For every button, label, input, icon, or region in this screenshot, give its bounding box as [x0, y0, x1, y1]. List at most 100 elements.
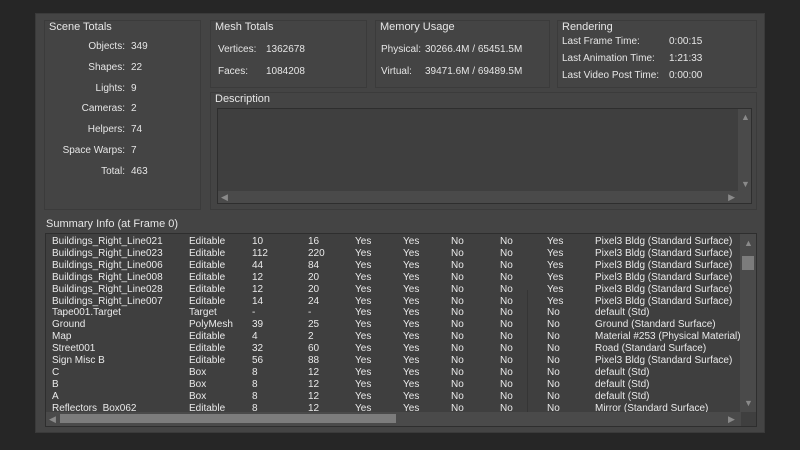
description-title: Description [215, 93, 271, 105]
description-textarea[interactable]: ▲ ▼ ◀ ▶ [217, 108, 752, 204]
cell-col-5: Yes [355, 366, 372, 378]
cell-vertex-count: 112 [252, 247, 268, 259]
cell-col-8: No [500, 236, 513, 247]
cell-material-name: default (Std) [595, 378, 650, 390]
cell-object-name: Sign Misc B [52, 355, 105, 366]
scroll-left-icon[interactable]: ◀ [221, 192, 228, 202]
table-row[interactable]: C Box 8 12 Yes Yes No No No default (Std) [46, 367, 741, 379]
table-row[interactable]: B Box 8 12 Yes Yes No No No default (Std) [46, 379, 741, 391]
cell-col-7: No [451, 271, 464, 283]
table-row[interactable]: Buildings_Right_Line023 Editable 112 220 Yes… [46, 248, 741, 260]
cell-object-type: Editable [189, 343, 226, 355]
cell-col-7: No [451, 402, 464, 412]
cell-object-type: Editable [189, 355, 226, 366]
table-horizontal-scrollbar[interactable]: ◀ ▶ [46, 412, 741, 426]
cell-material-name: default (Std) [595, 390, 650, 402]
virtual-label: Virtual: [381, 66, 412, 77]
scroll-thumb[interactable] [742, 256, 754, 270]
table-row[interactable]: Sign Misc B Editable 56 88 Yes Yes No No No Pixel… [46, 355, 741, 367]
table-row[interactable]: Reflectors_Box062 Editable 8 12 Yes Yes No No No… [46, 403, 741, 412]
cell-material-name: Road (Standard Surface) [595, 343, 707, 355]
cell-col-8: No [500, 307, 513, 319]
scene-total-label: Helpers: [87, 124, 125, 136]
table-row[interactable]: Buildings_Right_Line006 Editable 44 84 Yes Ye… [46, 260, 741, 272]
cell-col-6: Yes [403, 236, 420, 247]
cell-vertex-count: 4 [252, 331, 258, 343]
cell-face-count: 84 [308, 259, 320, 271]
cell-object-name: Reflectors_Box062 [52, 402, 137, 412]
table-row[interactable]: Buildings_Right_Line021 Editable 10 16 Yes Ye… [46, 236, 741, 248]
cell-object-name: Map [52, 331, 72, 343]
cell-col-6: Yes [403, 307, 420, 319]
cell-object-type: Editable [189, 259, 226, 271]
cell-face-count: 2 [308, 331, 314, 343]
rendering-value: 0:00:00 [669, 70, 703, 81]
cell-object-type: Box [189, 366, 207, 378]
table-vertical-scrollbar[interactable]: ▲ ▼ [740, 234, 756, 412]
scroll-up-icon[interactable]: ▲ [744, 238, 753, 248]
table-row[interactable]: Buildings_Right_Line028 Editable 12 20 Yes Ye… [46, 284, 741, 296]
cell-col-9: Yes [547, 271, 564, 283]
scroll-right-icon[interactable]: ▶ [728, 192, 735, 202]
table-row[interactable]: Buildings_Right_Line008 Editable 12 20 Yes Ye… [46, 272, 741, 284]
cell-col-8: No [500, 295, 513, 307]
cell-object-name: Buildings_Right_Line023 [52, 247, 163, 259]
cell-vertex-count: 56 [252, 355, 264, 366]
cell-col-9: No [547, 307, 560, 319]
scene-total-label: Space Warps: [62, 145, 125, 156]
cell-object-name: Buildings_Right_Line007 [52, 295, 163, 307]
cell-col-9: No [547, 390, 560, 402]
cell-col-5: Yes [355, 295, 372, 307]
cell-object-type: Editable [189, 247, 226, 259]
cell-material-name: default (Std) [595, 307, 650, 319]
summary-table[interactable]: Buildings_Right_Line021 Editable 10 16 Yes Ye… [45, 233, 757, 427]
vertices-label: Vertices: [218, 44, 257, 55]
cell-face-count: 220 [308, 247, 325, 259]
cell-col-7: No [451, 355, 464, 366]
cell-col-8: No [500, 331, 513, 343]
cell-col-7: No [451, 378, 464, 390]
cell-col-5: Yes [355, 378, 372, 390]
table-row[interactable]: A Box 8 12 Yes Yes No No No default (Std) [46, 391, 741, 403]
cell-col-8: No [500, 366, 513, 378]
scroll-left-icon[interactable]: ◀ [49, 414, 56, 424]
cell-col-8: No [500, 259, 513, 271]
scene-total-label: Lights: [95, 82, 125, 94]
scroll-down-icon[interactable]: ▼ [741, 179, 750, 189]
scroll-down-icon[interactable]: ▼ [744, 398, 753, 408]
table-row[interactable]: Map Editable 4 2 Yes Yes No No No Material #253 (… [46, 331, 741, 343]
table-row[interactable]: Ground PolyMesh 39 25 Yes Yes No No No Ground (St… [46, 319, 741, 331]
summary-rows: Buildings_Right_Line021 Editable 10 16 Yes Ye… [46, 236, 741, 412]
scroll-right-icon[interactable]: ▶ [728, 414, 735, 424]
table-row[interactable]: Tape001.Target Target - - Yes Yes No No No defaul… [46, 307, 741, 319]
cell-face-count: 12 [308, 378, 320, 390]
rendering-value: 1:21:33 [669, 53, 703, 64]
scene-total-label: Cameras: [81, 103, 125, 115]
cell-object-name: Street001 [52, 343, 96, 355]
description-vertical-scrollbar[interactable]: ▲ ▼ [738, 109, 751, 191]
cell-col-9: No [547, 343, 560, 355]
description-horizontal-scrollbar[interactable]: ◀ ▶ [218, 191, 751, 203]
cell-material-name: Pixel3 Bldg (Standard Surface) [595, 247, 733, 259]
scroll-thumb[interactable] [60, 414, 396, 423]
cell-object-type: PolyMesh [189, 319, 233, 331]
cell-col-6: Yes [403, 283, 420, 295]
faces-label: Faces: [218, 66, 249, 77]
cell-vertex-count: 44 [252, 259, 264, 271]
cell-face-count: 12 [308, 402, 320, 412]
cell-material-name: Pixel3 Bldg (Standard Surface) [595, 236, 733, 247]
table-row[interactable]: Buildings_Right_Line007 Editable 14 24 Yes Ye… [46, 296, 741, 308]
cell-material-name: Pixel3 Bldg (Standard Surface) [595, 283, 733, 295]
cell-col-8: No [500, 378, 513, 390]
cell-col-5: Yes [355, 343, 372, 355]
scroll-up-icon[interactable]: ▲ [741, 112, 750, 122]
table-row[interactable]: Street001 Editable 32 60 Yes Yes No No No Road (S… [46, 343, 741, 355]
cell-col-7: No [451, 295, 464, 307]
cell-vertex-count: 14 [252, 295, 264, 307]
cell-col-8: No [500, 247, 513, 259]
cell-col-6: Yes [403, 319, 420, 331]
cell-col-5: Yes [355, 271, 372, 283]
summary-info-title: Summary Info (at Frame 0) [46, 218, 179, 230]
cell-col-6: Yes [403, 366, 420, 378]
cell-col-6: Yes [403, 259, 420, 271]
